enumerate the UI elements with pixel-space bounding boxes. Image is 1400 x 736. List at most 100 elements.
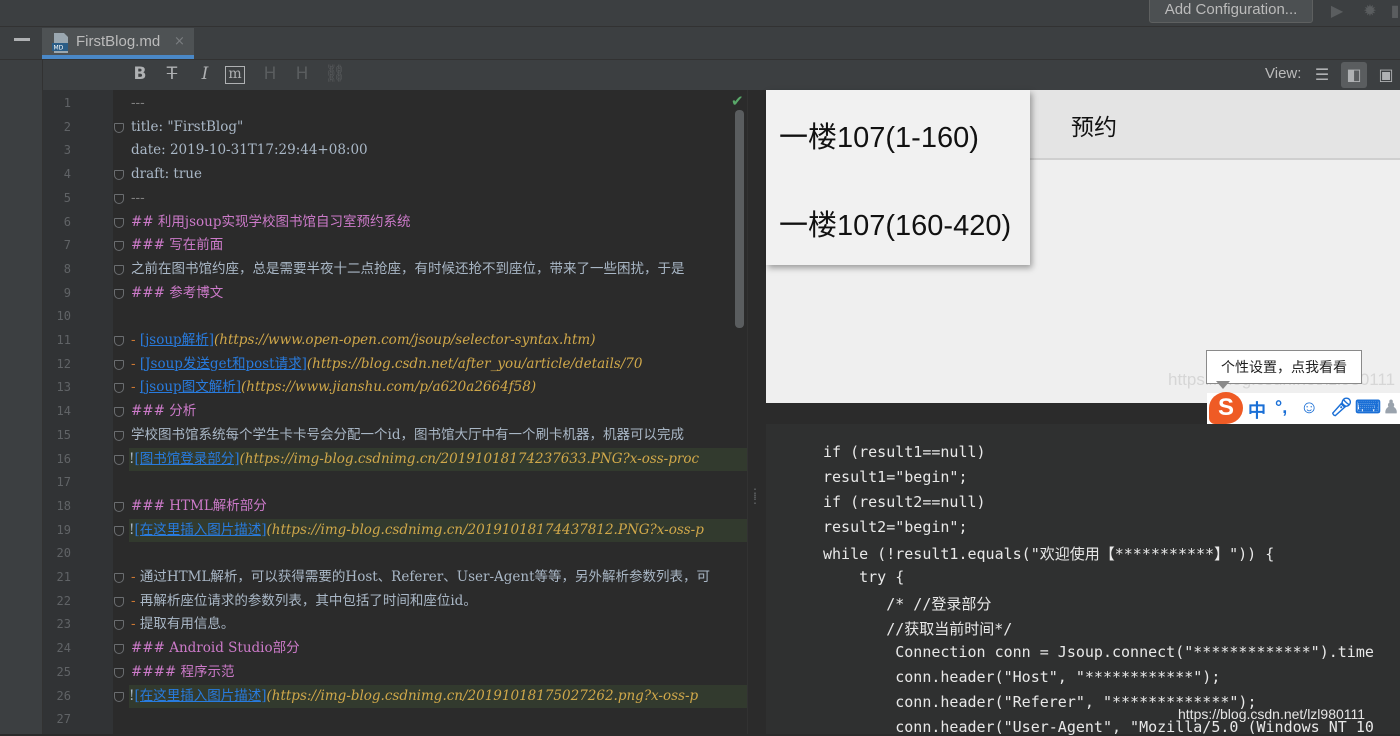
header-down-button[interactable]: H [258,62,282,86]
keyboard-icon[interactable]: ⌨ [1355,397,1381,418]
ime-punctuation[interactable]: °, [1275,397,1287,418]
editor-line[interactable]: title: "FirstBlog" [131,116,747,140]
editor-text: --- [131,189,145,206]
editor-line[interactable]: - [jsoup解析](https://www.open-open.com/js… [131,329,747,353]
fold-marker-icon[interactable] [114,501,124,512]
line-number: 23 [56,617,71,632]
split-view-icon[interactable]: ◧ [1341,62,1367,88]
editor-line[interactable]: ### 写在前面 [131,234,747,258]
editor-only-view-icon[interactable]: ☰ [1309,62,1335,88]
fold-marker-icon[interactable] [114,430,124,441]
drag-handle-icon[interactable]: ⋮ ⋮ [749,487,761,505]
fold-marker-icon[interactable] [114,193,124,204]
tab-active-indicator [42,55,194,59]
editor-text: 再解析座位请求的参数列表，其中包括了时间和座位id。 [139,592,477,609]
sogou-logo-icon[interactable]: S [1209,392,1243,424]
fold-marker-icon[interactable] [114,691,124,702]
editor-text: 学校图书馆系统每个学生卡卡号会分配一个id，图书馆大厅中有一个刷卡机器，机器可以… [131,426,684,443]
markdown-link-text: [在这里插入图片描述] [134,687,267,704]
bold-button[interactable]: B [128,62,152,86]
editor-text: - [131,355,140,372]
link-icon[interactable]: ⛓ [323,62,347,86]
italic-button[interactable]: I [193,62,217,86]
line-number: 25 [56,664,71,679]
line-number: 5 [63,190,71,205]
editor-line[interactable]: ### HTML解析部分 [131,495,747,519]
fold-marker-icon[interactable] [114,264,124,275]
svg-text:MD: MD [54,45,64,52]
editor-text: draft: true [131,166,202,183]
markdown-link-text: [Jsoup发送get和post请求] [139,355,307,372]
line-number: 19 [56,522,71,537]
editor-line[interactable]: 学校图书馆系统每个学生卡卡号会分配一个id，图书馆大厅中有一个刷卡机器，机器可以… [131,424,747,448]
editor-line[interactable]: ### Android Studio部分 [131,637,747,661]
editor-line[interactable]: ![在这里插入图片描述](https://img-blog.csdnimg.cn… [129,684,747,709]
collapse-icon[interactable] [14,38,30,41]
ime-tooltip[interactable]: 个性设置，点我看看 [1206,350,1362,384]
fold-marker-icon[interactable] [114,217,124,228]
line-number: 7 [63,238,71,253]
editor-line[interactable]: ![图书馆登录部分](https://img-blog.csdnimg.cn/2… [129,447,747,472]
editor-text: 通过HTML解析，可以获得需要的Host、Referer、User-Agent等… [139,569,711,585]
editor-line[interactable]: 之前在图书馆约座，总是需要半夜十二点抢座，有时候还抢不到座位，带来了一些困扰，于… [131,258,747,282]
markdown-link-url: (https://www.jianshu.com/p/a620a2664f58) [240,379,537,396]
editor-text: ### 分析 [131,403,197,420]
markdown-link-url: (https://img-blog.csdnimg.cn/20191018175… [266,687,699,704]
toolbar-overflow-icon[interactable]: ▮ [1390,1,1400,21]
editor-line[interactable]: ![在这里插入图片描述](https://img-blog.csdnimg.cn… [129,518,747,543]
add-configuration-button[interactable]: Add Configuration... [1149,0,1313,23]
editor-line[interactable]: ## 利用jsoup实现学校图书馆自习室预约系统 [131,211,747,235]
fold-marker-icon[interactable] [114,122,124,133]
editor-line[interactable]: - 再解析座位请求的参数列表，其中包括了时间和座位id。 [131,590,747,614]
bug-icon[interactable]: ✹ [1360,1,1380,21]
markdown-link-url: (https://blog.csdn.net/after_you/article… [306,355,643,372]
editor-text: date: 2019-10-31T17:29:44+08:00 [131,142,368,159]
editor-line[interactable]: - [Jsoup发送get和post请求](https://blog.csdn.… [131,353,747,377]
fold-marker-icon[interactable] [114,667,124,678]
fold-marker-icon[interactable] [114,525,124,536]
editor-line[interactable]: draft: true [131,163,747,187]
code-button[interactable]: m [225,66,245,84]
editor-line[interactable]: #### 程序示范 [131,661,747,685]
fold-marker-icon[interactable] [114,454,124,465]
line-number: 22 [56,593,71,608]
editor-text: ### HTML解析部分 [131,497,267,514]
ime-chinese-mode[interactable]: 中 [1248,397,1266,423]
fold-marker-icon[interactable] [114,596,124,607]
editor-line[interactable]: - 通过HTML解析，可以获得需要的Host、Referer、User-Agen… [131,566,747,590]
editor-line[interactable]: ### 参考博文 [131,282,747,306]
fold-marker-icon[interactable] [114,336,124,346]
smiley-icon[interactable]: ☺ [1300,397,1318,418]
line-number: 4 [63,167,71,182]
user-icon[interactable]: ♟ [1383,397,1399,418]
fold-marker-icon[interactable] [114,573,124,583]
editor-line[interactable]: ### 分析 [131,400,747,424]
markdown-link-url: (https://img-blog.csdnimg.cn/20191018174… [239,450,700,467]
fold-marker-icon[interactable] [114,288,124,299]
strikethrough-button[interactable]: T [160,62,184,86]
code-line: while (!result1.equals("欢迎使用【***********… [823,545,1275,563]
fold-marker-icon[interactable] [114,359,124,370]
markdown-link-text: [图书馆登录部分] [134,450,240,467]
play-icon[interactable]: ▶ [1327,1,1347,21]
line-number: 11 [56,333,71,347]
editor-line[interactable]: - 提取有用信息。 [131,613,747,637]
header-up-button[interactable]: H [290,62,314,86]
markdown-link-url: (https://www.open-open.com/jsoup/selecto… [213,332,596,348]
editor-line[interactable]: date: 2019-10-31T17:29:44+08:00 [131,139,747,163]
editor-text: title: "FirstBlog" [131,118,244,135]
editor-line[interactable]: --- [131,187,747,211]
code-line: /* //登录部分 [823,595,992,613]
code-line: if (result2==null) [823,493,986,511]
view-label: View: [1265,65,1302,82]
tooltip-arrow [1216,381,1230,389]
editor-scrollbar[interactable] [735,110,744,328]
markdown-link-text: [jsoup图文解析] [139,379,241,396]
close-icon[interactable]: × [174,34,185,49]
editor-line[interactable]: - [jsoup图文解析](https://www.jianshu.com/p/… [131,376,747,400]
microphone-icon[interactable]: 🎤︎ [1330,397,1353,418]
split-divider[interactable] [747,90,766,734]
editor-line[interactable]: --- [131,92,747,116]
editor-tab-bar [0,27,1400,60]
preview-only-view-icon[interactable]: ▣ [1373,62,1399,88]
